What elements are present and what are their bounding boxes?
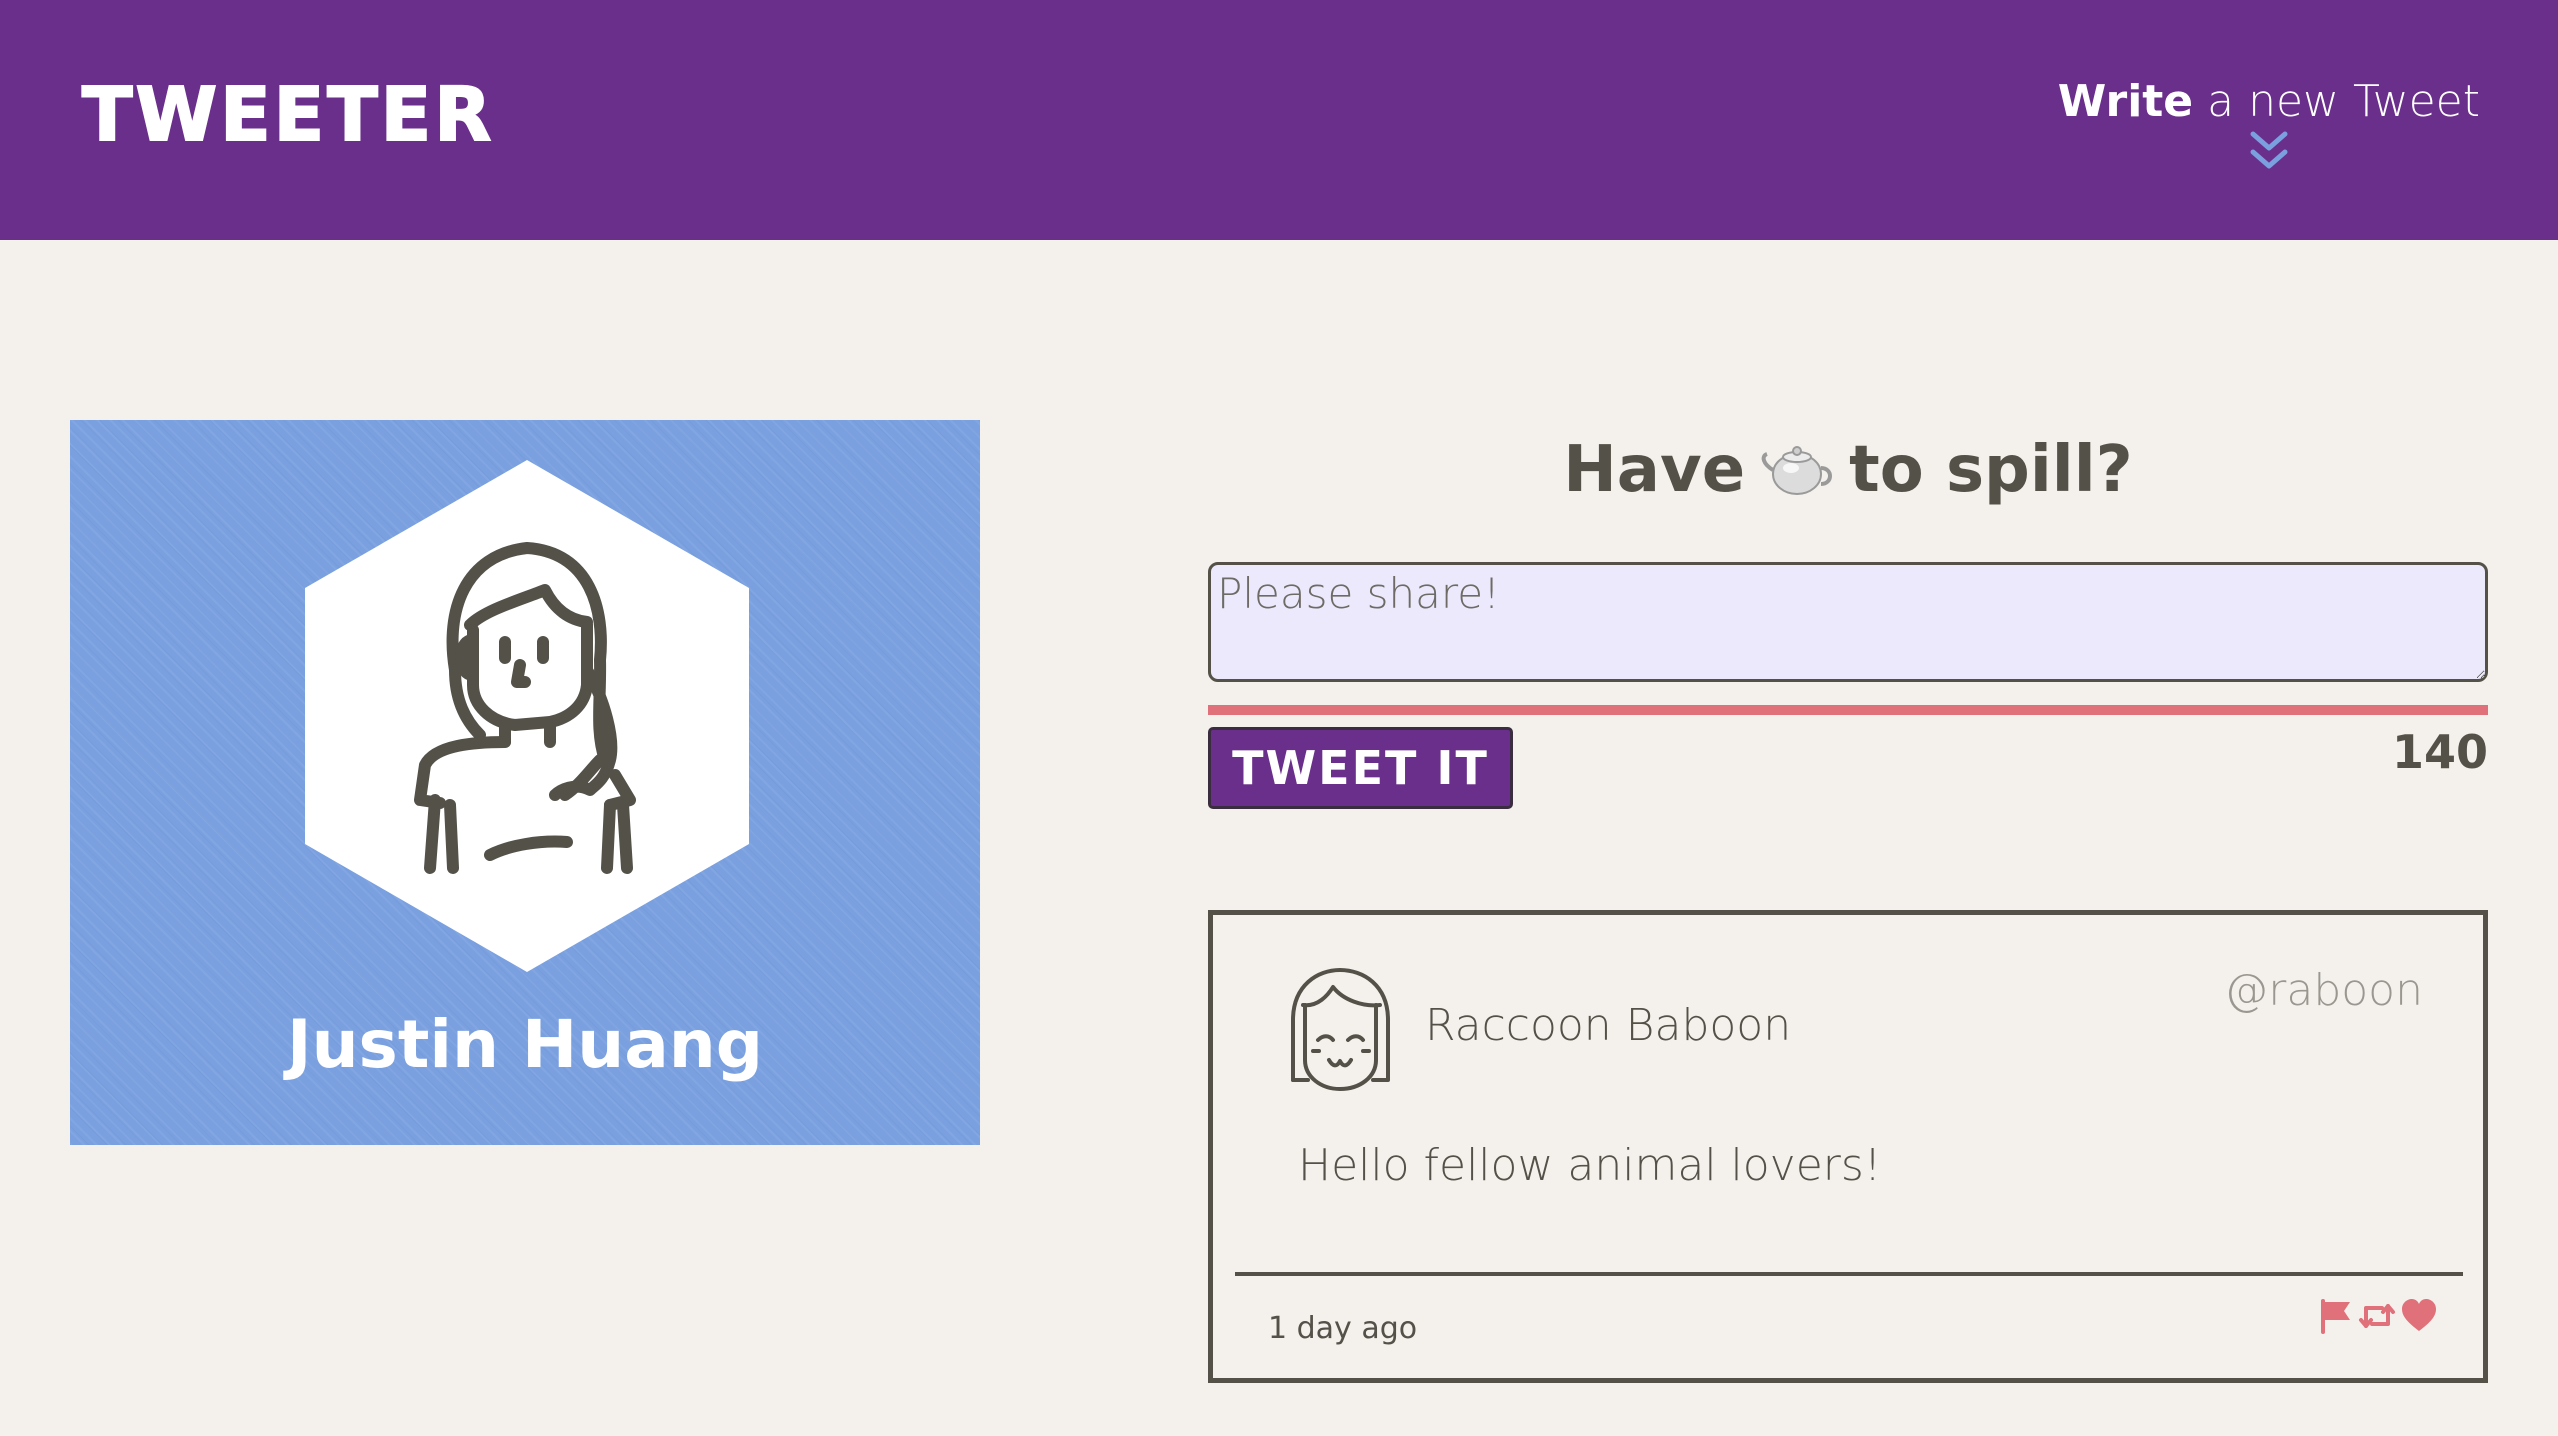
tweet-timestamp: 1 day ago xyxy=(1268,1311,1418,1346)
double-chevron-down-icon[interactable] xyxy=(2249,130,2289,174)
retweet-icon[interactable] xyxy=(2358,1298,2396,1338)
tweet-avatar-icon xyxy=(1291,968,1390,1091)
top-nav: TWEETER Write a new Tweet xyxy=(0,0,2558,240)
profile-card: Justin Huang xyxy=(70,420,980,1145)
tweet-divider xyxy=(1235,1272,2463,1276)
teapot-icon xyxy=(1761,446,1833,495)
tweet-text-input[interactable] xyxy=(1208,562,2488,682)
write-tweet-toggle[interactable]: Write a new Tweet xyxy=(2057,76,2480,174)
compose-heading-after: to spill? xyxy=(1849,433,2133,507)
avatar-hexagon xyxy=(305,460,749,972)
compose-heading: Have to spill? xyxy=(1208,420,2488,520)
write-tweet-label-strong: Write xyxy=(2057,76,2194,127)
tweet-content: Hello fellow animal lovers! xyxy=(1298,1140,1882,1191)
profile-name: Justin Huang xyxy=(287,1006,763,1083)
compose-heading-before: Have xyxy=(1563,433,1746,507)
heart-icon[interactable] xyxy=(2400,1298,2438,1338)
new-tweet-section: Have to spill? TWEET IT 140 xyxy=(1208,420,2488,809)
character-counter: 140 xyxy=(2391,725,2488,779)
flag-icon[interactable] xyxy=(2318,1298,2354,1338)
tweet-submit-button[interactable]: TWEET IT xyxy=(1208,727,1513,809)
tweet-author-handle: @raboon xyxy=(2224,965,2423,1016)
tweet-card: Raccoon Baboon @raboon Hello fellow anim… xyxy=(1208,910,2488,1383)
length-indicator-bar xyxy=(1208,705,2488,715)
write-tweet-label-rest: a new Tweet xyxy=(2193,76,2480,127)
tweet-actions xyxy=(2318,1298,2438,1338)
tweet-author-name: Raccoon Baboon xyxy=(1425,1000,1792,1051)
app-logo: TWEETER xyxy=(81,72,495,158)
write-tweet-label: Write a new Tweet xyxy=(2057,76,2480,127)
